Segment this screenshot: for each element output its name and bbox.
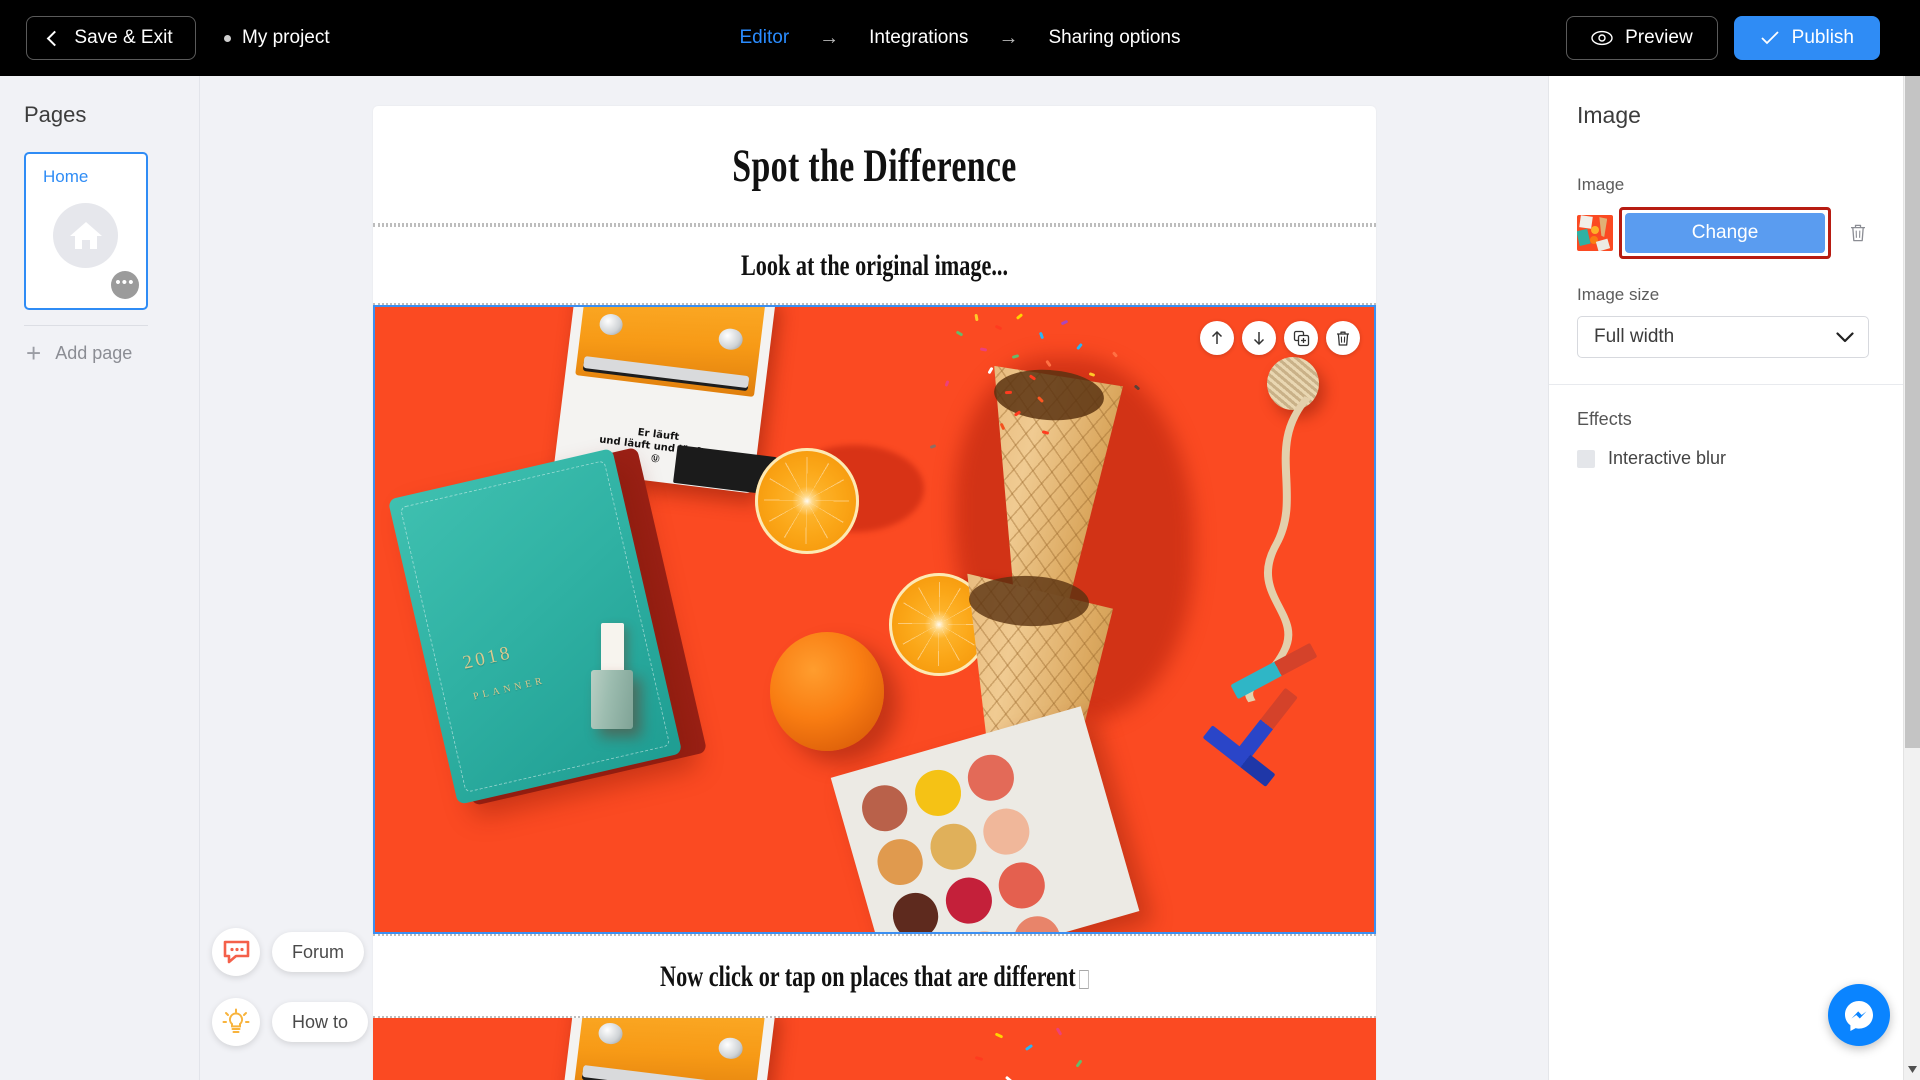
- how-to-label-pill[interactable]: How to: [272, 1002, 369, 1042]
- orange-half-top: [754, 447, 859, 554]
- canvas-block-subtitle[interactable]: Look at the original image...: [373, 227, 1376, 303]
- how-to-label: How to: [292, 1011, 349, 1032]
- delete-image-button[interactable]: [1849, 223, 1867, 243]
- sidebar-divider: [24, 325, 148, 326]
- chevron-down-icon: [1836, 331, 1854, 342]
- breadcrumb-arrow-icon: →: [998, 27, 1019, 49]
- delete-button[interactable]: [1326, 321, 1360, 355]
- how-to-icon-circle[interactable]: [212, 998, 260, 1046]
- nail-polish-cap: [600, 622, 624, 673]
- canvas-area: Spot the Difference Look at the original…: [200, 76, 1548, 1080]
- sidebar: Pages Home ••• + Add page: [0, 76, 200, 1080]
- forum-icon-circle[interactable]: [212, 928, 260, 976]
- save-and-exit-label: Save & Exit: [74, 27, 173, 48]
- page-caption-label: Now click or tap on places that are diff…: [660, 960, 1076, 993]
- change-button-highlight: Change: [1619, 207, 1831, 259]
- canvas-block-caption[interactable]: Now click or tap on places that are diff…: [373, 936, 1376, 1016]
- publish-button[interactable]: Publish: [1733, 16, 1880, 60]
- trash-icon: [1851, 224, 1865, 242]
- duplicate-button[interactable]: [1284, 321, 1318, 355]
- image-block-toolbar: [1200, 321, 1360, 355]
- image-field-row: Change: [1577, 207, 1906, 259]
- scrollbar-thumb[interactable]: [1905, 76, 1920, 748]
- top-bar-actions: Preview Publish: [1566, 0, 1880, 76]
- sidebar-page-card-home[interactable]: Home •••: [24, 152, 148, 310]
- move-up-button[interactable]: [1200, 321, 1234, 355]
- interactive-blur-label: Interactive blur: [1608, 448, 1727, 468]
- forum-label: Forum: [292, 941, 345, 962]
- eye-icon: [1591, 30, 1613, 46]
- page-caption: Now click or tap on places that are diff…: [503, 960, 1245, 994]
- nail-polish-bottle: [590, 669, 633, 729]
- breadcrumb-item-integrations[interactable]: Integrations: [869, 27, 968, 49]
- forum-label-pill[interactable]: Forum: [272, 932, 365, 972]
- page-card-more-button[interactable]: •••: [111, 271, 139, 299]
- flatlay-photo: Er läuft und läuft und läuft… Ⓤ 2018 PLANN…: [375, 307, 1374, 932]
- project-name-label: My project: [242, 27, 330, 48]
- top-bar: Save & Exit My project Editor → Integrat…: [0, 0, 1920, 76]
- canvas-block-image-second[interactable]: [373, 1018, 1376, 1080]
- page-title: Spot the Difference: [732, 140, 1017, 192]
- image-size-select[interactable]: Full width: [1577, 316, 1869, 358]
- interactive-blur-checkbox-row[interactable]: Interactive blur: [1577, 448, 1906, 469]
- right-properties-panel: Image Image Change Image size Full width: [1548, 76, 1906, 1080]
- move-down-button[interactable]: [1242, 321, 1276, 355]
- breadcrumb-arrow-icon: →: [819, 27, 840, 49]
- change-image-button[interactable]: Change: [1625, 213, 1825, 253]
- caret-down-icon: [1908, 1066, 1917, 1073]
- image-thumbnail[interactable]: [1577, 215, 1613, 251]
- arrow-down-icon: [1253, 332, 1265, 346]
- canvas-block-title[interactable]: Spot the Difference: [373, 106, 1376, 223]
- breadcrumb-item-sharing-options[interactable]: Sharing options: [1048, 27, 1180, 49]
- messenger-chat-button[interactable]: [1828, 984, 1890, 1046]
- chevron-left-icon: [47, 30, 63, 46]
- plus-icon: +: [26, 338, 42, 368]
- page-subtitle: Look at the original image...: [740, 249, 1009, 282]
- project-name[interactable]: My project: [224, 27, 330, 49]
- forum-help-button[interactable]: Forum: [212, 928, 365, 976]
- effects-label: Effects: [1577, 409, 1632, 429]
- breadcrumb: Editor → Integrations → Sharing options: [740, 27, 1181, 49]
- duplicate-icon: [1293, 330, 1309, 346]
- publish-label: Publish: [1791, 27, 1854, 48]
- orange-whole: [769, 632, 885, 751]
- chat-bubble-icon: [223, 940, 249, 964]
- flatlay-photo-duplicate: [373, 1018, 1376, 1080]
- add-page-button[interactable]: + Add page: [26, 340, 132, 366]
- image-field-label: Image: [1577, 175, 1625, 194]
- image-size-value: Full width: [1594, 326, 1675, 347]
- panel-title: Image: [1577, 102, 1641, 128]
- add-page-label: Add page: [55, 342, 133, 363]
- facebook-messenger-icon: [1845, 1001, 1873, 1031]
- save-and-exit-button[interactable]: Save & Exit: [26, 16, 196, 60]
- makeup-palette: [830, 706, 1139, 932]
- scrollbar-down-arrow-button[interactable]: [1904, 1061, 1920, 1078]
- how-to-help-button[interactable]: How to: [212, 998, 369, 1046]
- arrow-up-icon: [1211, 330, 1223, 344]
- trash-icon: [1337, 331, 1349, 346]
- pages-title: Pages: [24, 102, 87, 127]
- preview-button[interactable]: Preview: [1566, 16, 1718, 60]
- vw-postcard: [552, 1018, 776, 1080]
- page-scrollbar[interactable]: [1903, 76, 1920, 1080]
- canvas-block-image-selected[interactable]: Er läuft und läuft und läuft… Ⓤ 2018 PLANN…: [373, 305, 1376, 934]
- page-canvas: Spot the Difference Look at the original…: [373, 106, 1376, 1080]
- lightbulb-icon: [222, 1008, 250, 1033]
- change-button-label: Change: [1691, 222, 1759, 243]
- preview-label: Preview: [1625, 27, 1693, 48]
- interactive-blur-checkbox[interactable]: [1577, 449, 1595, 468]
- breadcrumb-item-editor[interactable]: Editor: [740, 27, 790, 49]
- page-card-label: Home: [43, 167, 89, 186]
- missing-glyph-icon: [1079, 969, 1089, 989]
- status-dot-icon: [224, 34, 231, 42]
- page-thumbnail: [53, 203, 118, 268]
- image-size-label: Image size: [1577, 285, 1660, 304]
- home-icon: [69, 222, 102, 249]
- check-icon: [1761, 31, 1779, 45]
- panel-divider: [1549, 384, 1906, 385]
